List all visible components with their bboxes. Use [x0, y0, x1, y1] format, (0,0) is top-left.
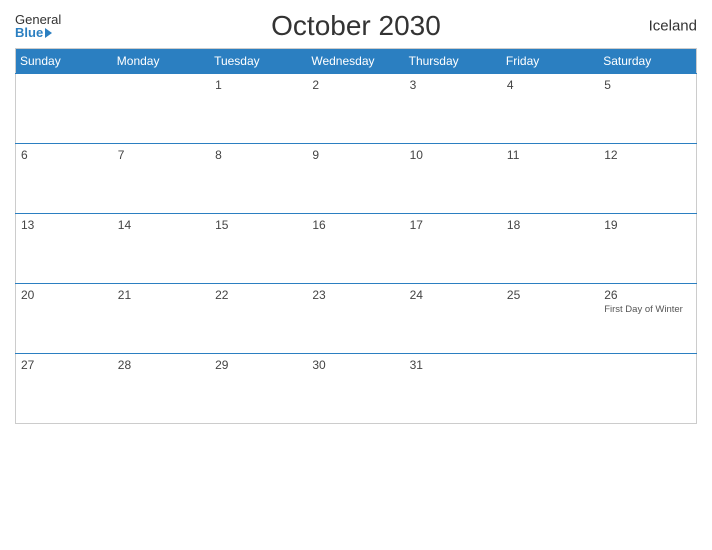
calendar-event: First Day of Winter: [604, 304, 691, 316]
calendar-cell: 10: [405, 144, 502, 214]
calendar-cell: 3: [405, 74, 502, 144]
calendar-cell: [16, 74, 113, 144]
calendar-cell: 15: [210, 214, 307, 284]
calendar-cell: 17: [405, 214, 502, 284]
calendar-cell: 29: [210, 354, 307, 424]
day-number: 5: [604, 78, 611, 92]
calendar-cell: 11: [502, 144, 599, 214]
calendar-week-row: 27 28 29 30 31: [16, 354, 697, 424]
day-number: 26: [604, 288, 617, 302]
day-number: 9: [312, 148, 319, 162]
day-of-week-header: Friday: [502, 49, 599, 74]
calendar-cell: 21: [113, 284, 210, 354]
day-number: 15: [215, 218, 228, 232]
day-number: 7: [118, 148, 125, 162]
day-number: 1: [215, 78, 222, 92]
day-number: 6: [21, 148, 28, 162]
calendar-cell: 2: [307, 74, 404, 144]
calendar-cell: 27: [16, 354, 113, 424]
calendar-cell: 12: [599, 144, 696, 214]
calendar-cell: 28: [113, 354, 210, 424]
day-number: 2: [312, 78, 319, 92]
page-title: October 2030: [271, 10, 441, 42]
calendar-cell: 25: [502, 284, 599, 354]
day-number: 23: [312, 288, 325, 302]
calendar-cell: 22: [210, 284, 307, 354]
calendar-cell: 1: [210, 74, 307, 144]
day-of-week-header: Monday: [113, 49, 210, 74]
day-number: 3: [410, 78, 417, 92]
calendar-cell: 24: [405, 284, 502, 354]
day-number: 11: [507, 148, 519, 162]
day-number: 20: [21, 288, 34, 302]
calendar-cell: 23: [307, 284, 404, 354]
day-number: 18: [507, 218, 520, 232]
calendar-cell: [113, 74, 210, 144]
day-number: 21: [118, 288, 131, 302]
calendar-cell: 16: [307, 214, 404, 284]
calendar-header-row: SundayMondayTuesdayWednesdayThursdayFrid…: [16, 49, 697, 74]
day-number: 17: [410, 218, 423, 232]
calendar-cell: 14: [113, 214, 210, 284]
day-number: 25: [507, 288, 520, 302]
day-of-week-header: Saturday: [599, 49, 696, 74]
day-number: 8: [215, 148, 222, 162]
day-number: 14: [118, 218, 131, 232]
calendar-cell: 30: [307, 354, 404, 424]
day-of-week-header: Thursday: [405, 49, 502, 74]
calendar-cell: 13: [16, 214, 113, 284]
calendar-cell: 20: [16, 284, 113, 354]
day-of-week-header: Tuesday: [210, 49, 307, 74]
logo: General Blue: [15, 13, 61, 39]
day-number: 16: [312, 218, 325, 232]
calendar-cell: 19: [599, 214, 696, 284]
country-label: Iceland: [649, 18, 697, 35]
day-number: 4: [507, 78, 514, 92]
day-of-week-header: Wednesday: [307, 49, 404, 74]
day-number: 10: [410, 148, 423, 162]
calendar-cell: [599, 354, 696, 424]
day-number: 28: [118, 358, 131, 372]
calendar-cell: 7: [113, 144, 210, 214]
day-number: 19: [604, 218, 617, 232]
day-number: 13: [21, 218, 34, 232]
calendar-header: General Blue October 2030 Iceland: [15, 10, 697, 42]
calendar-cell: 31: [405, 354, 502, 424]
day-number: 29: [215, 358, 228, 372]
calendar-week-row: 1 2 3 4 5: [16, 74, 697, 144]
calendar-week-row: 20 21 22 23 24 25 26 First Day of Winter: [16, 284, 697, 354]
day-number: 22: [215, 288, 228, 302]
day-of-week-header: Sunday: [16, 49, 113, 74]
logo-blue-text: Blue: [15, 26, 52, 39]
calendar-cell: 6: [16, 144, 113, 214]
calendar-cell: 18: [502, 214, 599, 284]
calendar-cell: 5: [599, 74, 696, 144]
day-number: 12: [604, 148, 617, 162]
day-number: 24: [410, 288, 423, 302]
calendar-cell: [502, 354, 599, 424]
day-number: 27: [21, 358, 34, 372]
calendar-cell: 4: [502, 74, 599, 144]
day-number: 31: [410, 358, 423, 372]
day-number: 30: [312, 358, 325, 372]
logo-triangle-icon: [45, 28, 52, 38]
calendar-week-row: 6 7 8 9 10 11 12: [16, 144, 697, 214]
calendar-cell: 26 First Day of Winter: [599, 284, 696, 354]
calendar-week-row: 13 14 15 16 17 18 19: [16, 214, 697, 284]
calendar-table: SundayMondayTuesdayWednesdayThursdayFrid…: [15, 48, 697, 424]
calendar-cell: 8: [210, 144, 307, 214]
calendar-cell: 9: [307, 144, 404, 214]
